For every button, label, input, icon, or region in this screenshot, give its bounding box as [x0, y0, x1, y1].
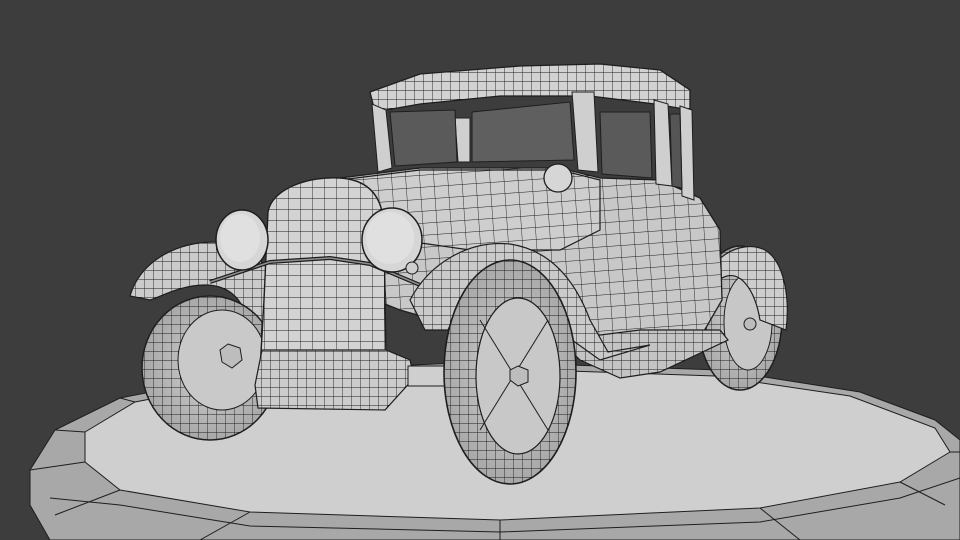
front-right-wheel [443, 259, 577, 485]
front-left-wheel [141, 295, 279, 441]
3d-viewport[interactable] [0, 0, 960, 540]
side-lamp [543, 163, 573, 193]
headlight-left [215, 209, 269, 271]
scene-render [0, 0, 960, 540]
